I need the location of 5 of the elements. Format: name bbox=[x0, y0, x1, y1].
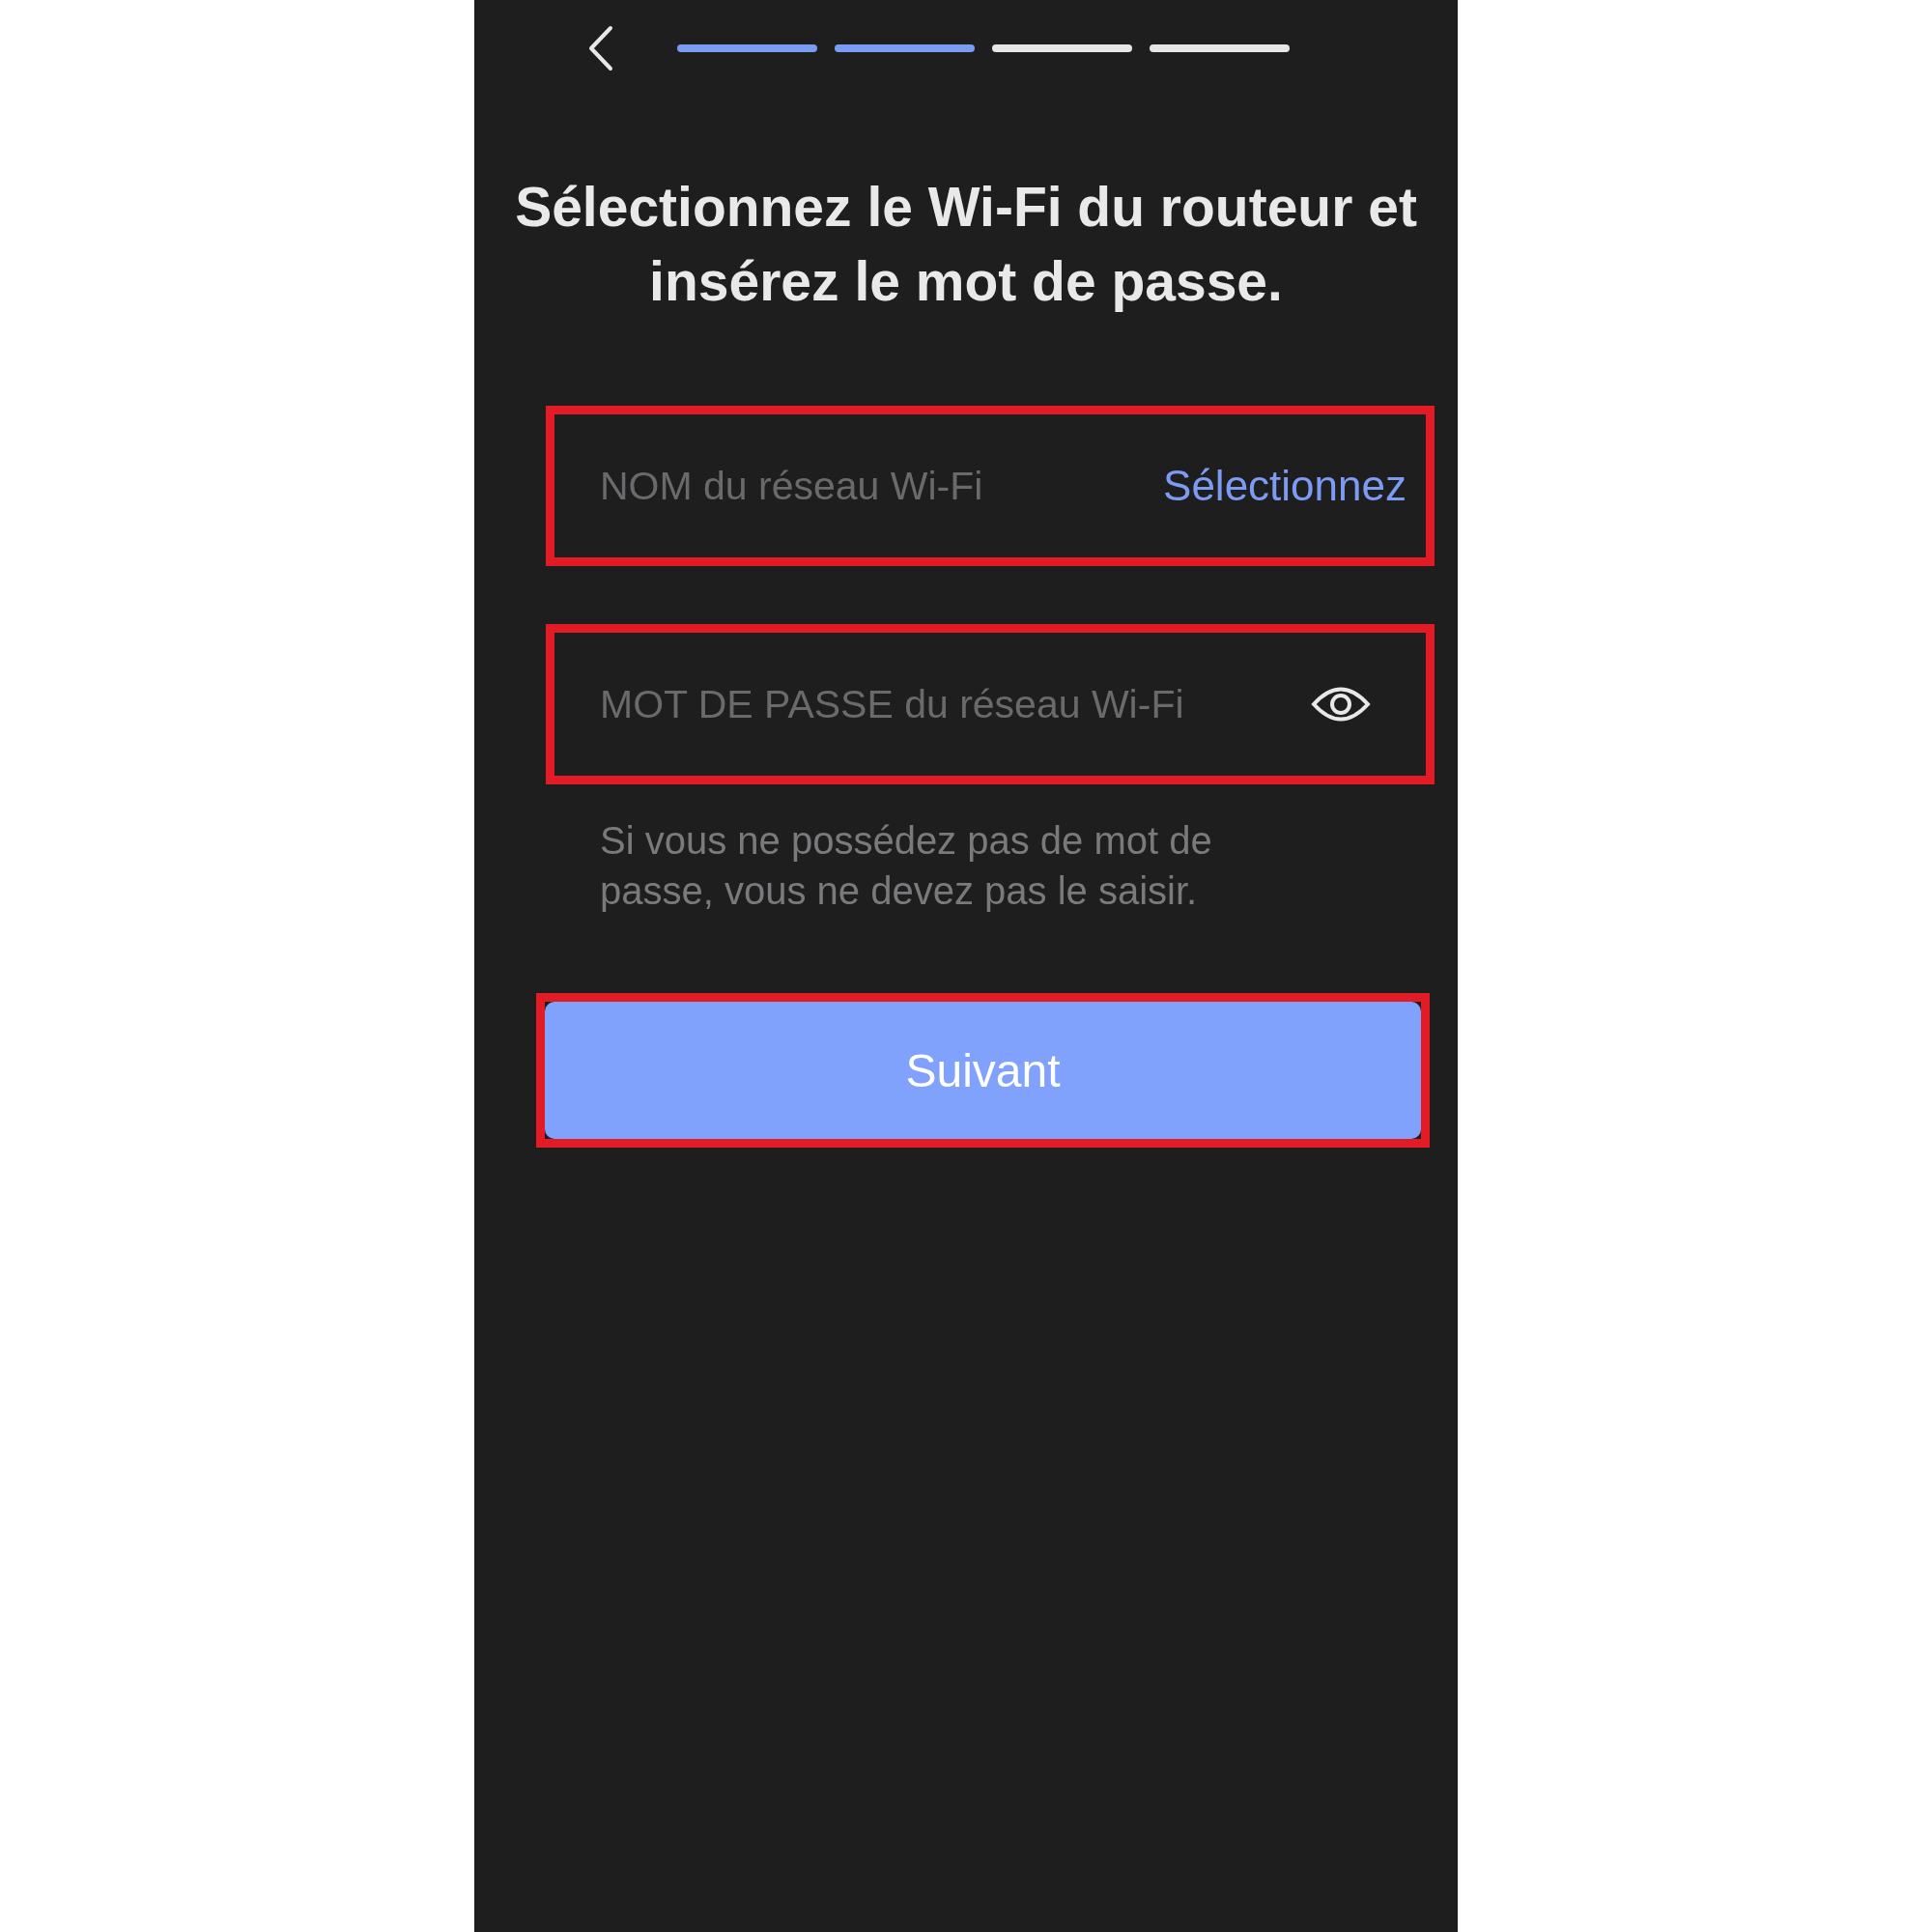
page-title: Sélectionnez le Wi-Fi du routeur et insérez le mot de passe. bbox=[514, 175, 1418, 314]
hint-text: Si vous ne possédez pas de mot de passe, vous ne devez pas le saisir. bbox=[600, 818, 1213, 914]
select-link[interactable]: Sélectionnez bbox=[1163, 462, 1406, 510]
password-field[interactable]: MOT DE PASSE du réseau Wi-Fi bbox=[600, 681, 1310, 727]
network-field[interactable]: NOM du réseau Wi-Fi bbox=[600, 463, 1164, 509]
